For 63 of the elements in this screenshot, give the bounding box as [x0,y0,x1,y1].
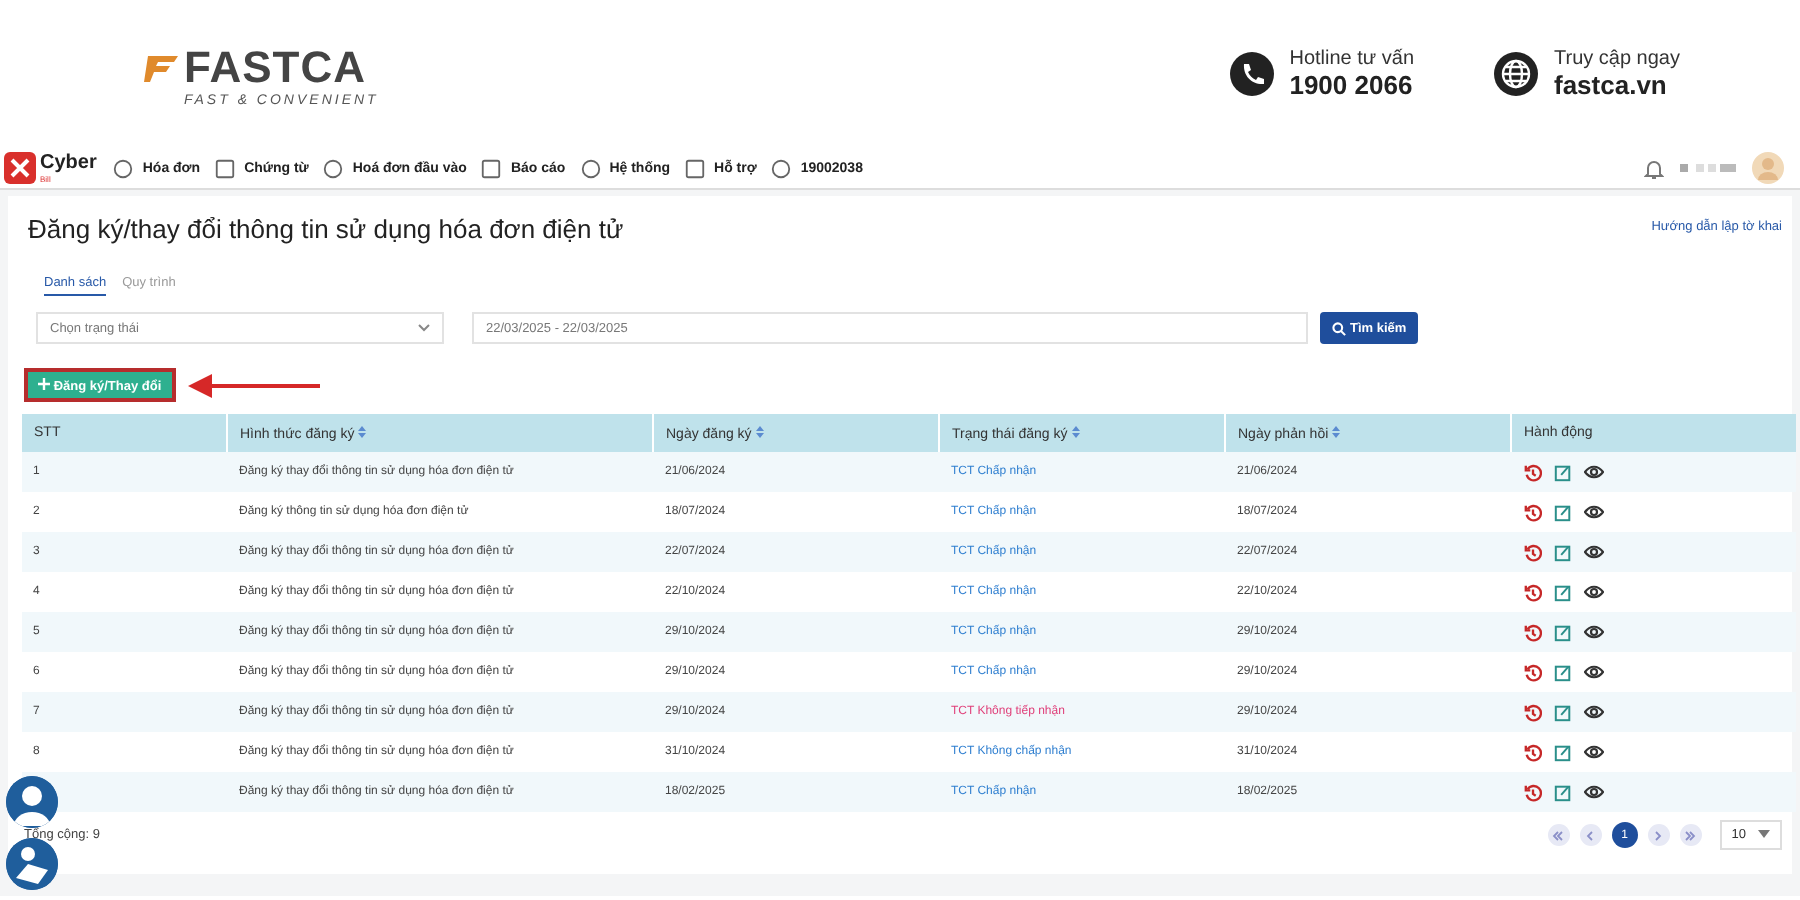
pointer-arrow [187,373,320,397]
phone-icon [1229,52,1274,96]
menu-item-icon [214,157,237,179]
history-icon[interactable] [1523,663,1541,681]
eye-icon[interactable] [1583,624,1603,640]
edit-icon[interactable] [1553,743,1571,761]
plus-icon [38,377,50,389]
globe-icon [1494,52,1538,96]
bell-icon[interactable] [1644,157,1664,179]
menu-item-icon [684,157,707,179]
chevron-icon [1650,827,1667,843]
sort-icon[interactable] [358,425,367,437]
hotline-number: 1900 2066 [1289,70,1414,100]
history-icon[interactable] [1523,543,1541,561]
menu-item-icon [579,157,602,179]
user-name-placeholder [1680,164,1736,172]
website: fastca.vn [1554,70,1669,100]
eye-icon[interactable] [1583,704,1603,720]
caret-icon [1758,828,1770,840]
history-icon[interactable] [1523,743,1541,761]
edit-icon[interactable] [1553,503,1571,521]
menu-item-icon [480,157,503,179]
menu-item-icon [770,157,793,179]
eye-icon[interactable] [1583,544,1603,560]
eye-icon[interactable] [1583,664,1603,680]
first-page-button[interactable] [1547,824,1570,846]
edit-icon[interactable] [1553,703,1571,721]
chevron-icon [418,324,430,332]
eye-icon[interactable] [1583,504,1603,520]
app-name: Cyber [40,153,97,173]
page-title: Đăng ký/thay đổi thông tin sử dụng hóa đơn điện tử [28,214,624,244]
brand-name: FASTCA [184,41,366,93]
history-icon[interactable] [1523,783,1541,801]
history-icon[interactable] [1523,583,1541,601]
edit-icon[interactable] [1553,783,1571,801]
edit-icon[interactable] [1553,463,1571,481]
eye-icon[interactable] [1583,784,1603,800]
logo-icon [144,51,180,83]
eye-icon[interactable] [1583,744,1603,760]
menu-item-icon [112,157,135,179]
last-page-button[interactable] [1679,824,1702,846]
eye-icon[interactable] [1583,584,1603,600]
history-icon[interactable] [1523,703,1541,721]
edit-icon[interactable] [1553,663,1571,681]
sort-icon[interactable] [1071,425,1080,437]
hotline-label: Hotline tư vấn [1289,48,1414,70]
menu-item-icon [322,157,345,179]
website-label: Truy cập ngay [1554,48,1680,70]
sort-icon[interactable] [755,425,764,437]
chevron-icon [1582,827,1599,843]
edit-icon[interactable] [1553,583,1571,601]
history-icon[interactable] [1523,463,1541,481]
edit-icon[interactable] [1553,543,1571,561]
previous-page-button[interactable] [1579,824,1602,846]
next-page-button[interactable] [1647,824,1670,846]
history-icon[interactable] [1523,623,1541,641]
edit-icon[interactable] [1553,623,1571,641]
sort-icon[interactable] [1332,425,1341,437]
history-icon[interactable] [1523,503,1541,521]
chevron-icon [1550,827,1567,843]
search-icon [1332,321,1346,335]
eye-icon[interactable] [1583,464,1603,480]
chevron-icon [1682,827,1699,843]
